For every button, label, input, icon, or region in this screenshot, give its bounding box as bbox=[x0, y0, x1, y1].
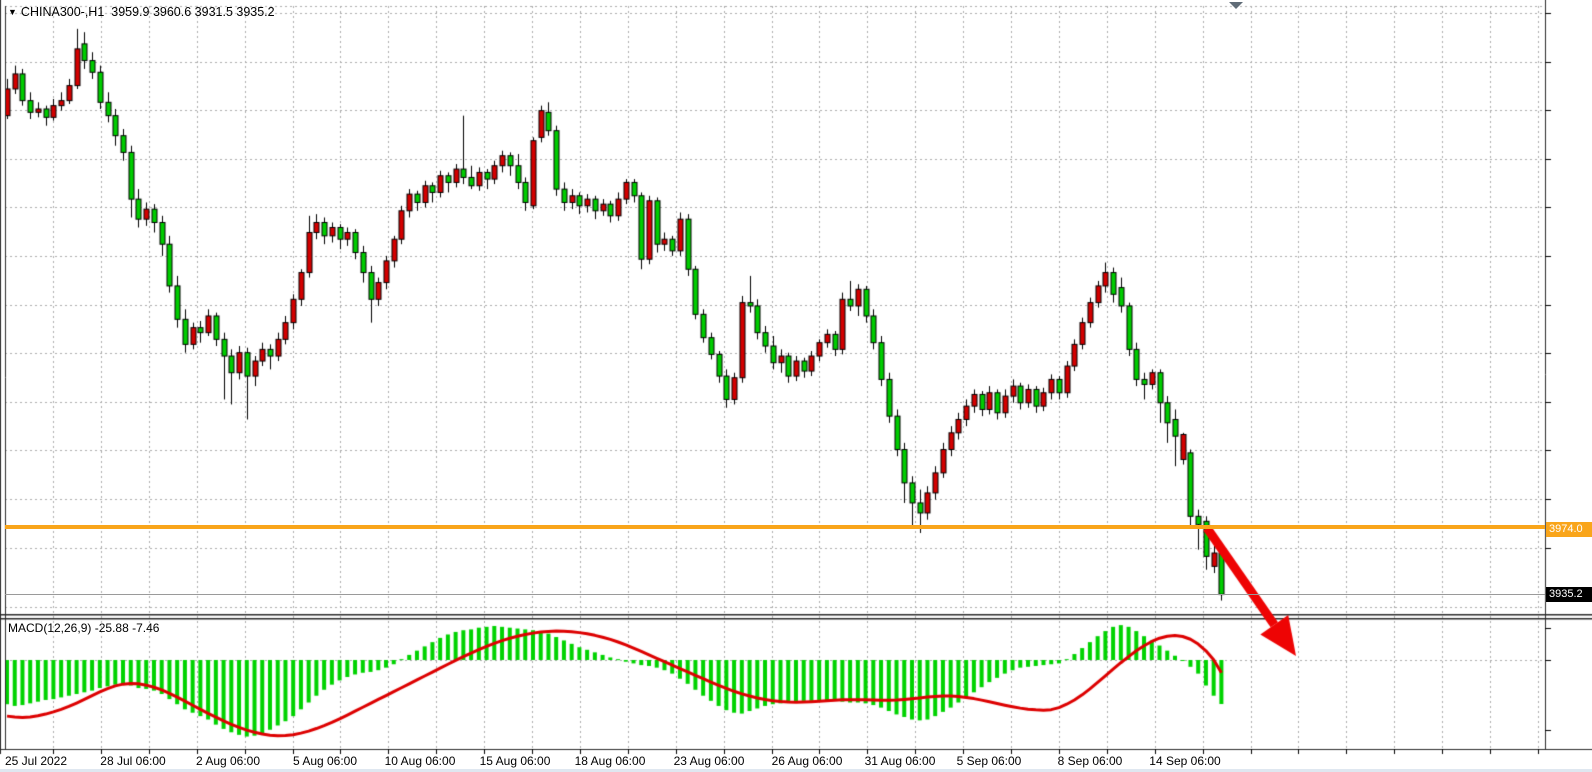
time-axis-label: 18 Aug 06:00 bbox=[575, 754, 646, 768]
ohlc-toggle-icon[interactable]: ▼ bbox=[8, 7, 17, 17]
time-axis-label: 2 Aug 06:00 bbox=[196, 754, 260, 768]
resistance-price-tag: 3974.0 bbox=[1546, 522, 1592, 537]
price-chart-canvas[interactable] bbox=[0, 0, 1592, 772]
current-price-line bbox=[5, 594, 1545, 595]
time-axis-label: 15 Aug 06:00 bbox=[480, 754, 551, 768]
resistance-line-annotation[interactable] bbox=[5, 525, 1545, 529]
time-axis[interactable]: 25 Jul 2022 28 Jul 06:00 2 Aug 06:00 5 Aug … bbox=[0, 750, 1592, 772]
chart-title: ▼ CHINA300-,H1 3959.9 3960.6 3931.5 3935.… bbox=[8, 5, 275, 19]
time-axis-label: 23 Aug 06:00 bbox=[674, 754, 745, 768]
macd-name: MACD(12,26,9) bbox=[8, 621, 91, 635]
macd-axis: 19.280.00-41.16 bbox=[1545, 0, 1592, 749]
time-axis-label: 28 Jul 06:00 bbox=[100, 754, 165, 768]
time-axis-label: 5 Sep 06:00 bbox=[957, 754, 1022, 768]
time-axis-label: 10 Aug 06:00 bbox=[385, 754, 456, 768]
time-axis-label: 5 Aug 06:00 bbox=[293, 754, 357, 768]
trend-arrow-annotation[interactable] bbox=[1201, 522, 1302, 662]
chart-shift-marker[interactable] bbox=[1229, 2, 1243, 9]
time-axis-label: 26 Aug 06:00 bbox=[772, 754, 843, 768]
macd-indicator-label: MACD(12,26,9) -25.88 -7.46 bbox=[8, 621, 159, 635]
trading-chart-window: ▼ CHINA300-,H1 3959.9 3960.6 3931.5 3935.… bbox=[0, 0, 1592, 772]
time-axis-label: 8 Sep 06:00 bbox=[1058, 754, 1123, 768]
time-axis-label: 14 Sep 06:00 bbox=[1149, 754, 1220, 768]
time-axis-label: 25 Jul 2022 bbox=[5, 754, 67, 768]
ohlc-values: 3959.9 3960.6 3931.5 3935.2 bbox=[111, 5, 274, 19]
symbol-period-label: CHINA300-,H1 bbox=[21, 5, 104, 19]
time-axis-label: 31 Aug 06:00 bbox=[865, 754, 936, 768]
macd-values: -25.88 -7.46 bbox=[95, 621, 160, 635]
current-price-tag: 3935.2 bbox=[1546, 587, 1592, 602]
